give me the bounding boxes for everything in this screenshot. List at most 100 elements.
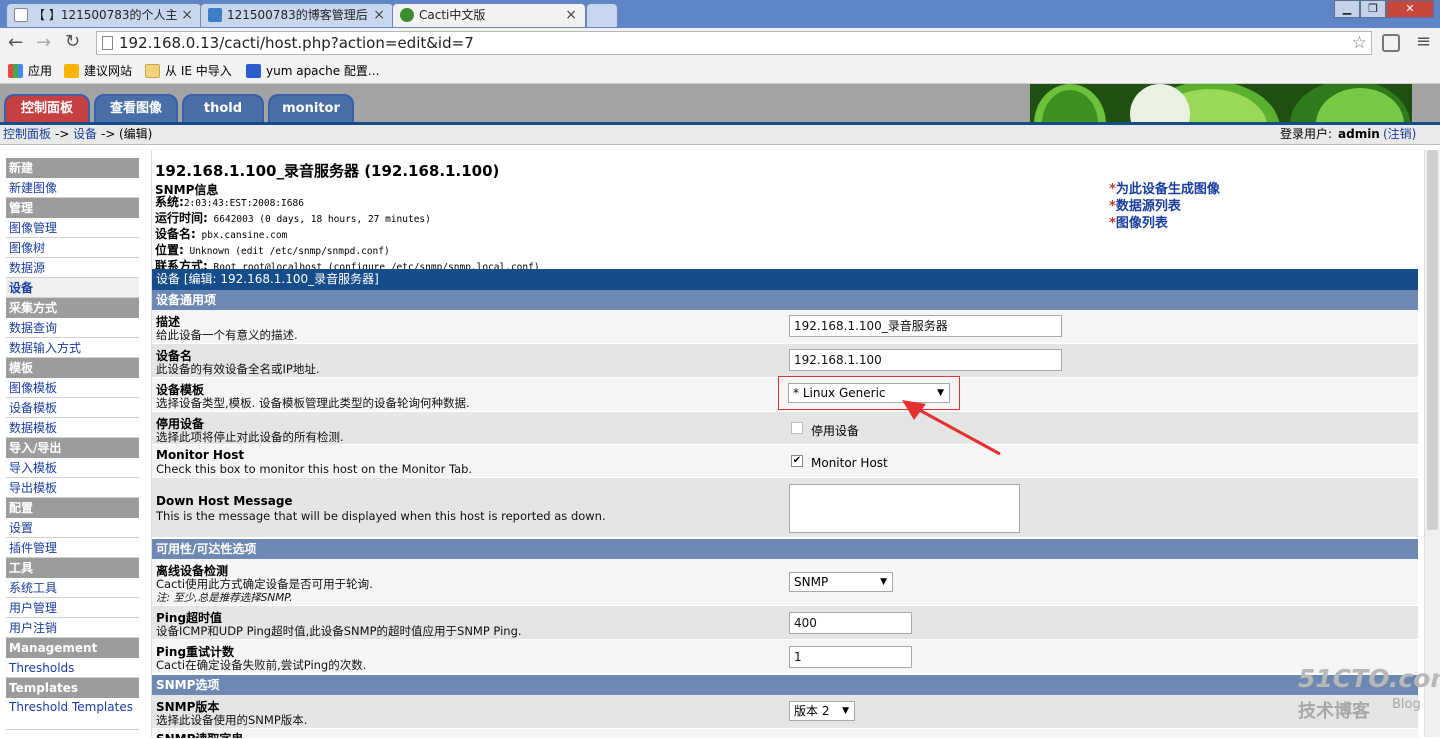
- form-row-snmp-version: SNMP版本 选择此设备使用的SNMP版本. 版本 2 ▼: [152, 695, 1418, 729]
- form-row-monitor: Monitor Host Check this box to monitor t…: [152, 445, 1418, 478]
- disable-host-checkbox[interactable]: [791, 422, 803, 434]
- console-menu: 新建 新建图像 管理 图像管理 图像树 数据源 设备 采集方式 数据查询 数据输入方式 模板 图像模板…: [6, 158, 139, 730]
- page-favicon-icon: [14, 8, 28, 22]
- checkbox-label: Monitor Host: [811, 456, 888, 470]
- menu-section-header: 新建: [6, 158, 139, 178]
- watermark-sub: 技术博客: [1298, 701, 1370, 722]
- field-description: 选择此设备使用的SNMP版本.: [156, 713, 308, 727]
- browser-tab-active[interactable]: Cacti中文版 ×: [392, 3, 586, 27]
- menu-section-header: 配置: [6, 498, 139, 518]
- page-scrollbar[interactable]: [1424, 150, 1440, 737]
- form-header: 设备 [编辑: 192.168.1.100_录音服务器]: [152, 269, 1418, 290]
- bookmark-label: 建议网站: [84, 64, 133, 78]
- tab-graphs[interactable]: 查看图像: [94, 94, 178, 122]
- window-close-button[interactable]: ✕: [1386, 0, 1434, 18]
- graph-list-link[interactable]: 图像列表: [1116, 216, 1168, 231]
- browser-tab[interactable]: 【 】121500783的个人主 ×: [6, 3, 202, 27]
- bookmark-apps[interactable]: 应用: [8, 63, 52, 79]
- menu-item[interactable]: 图像模板: [6, 378, 139, 398]
- tab-monitor[interactable]: monitor: [268, 94, 354, 122]
- cacti-logo: [1030, 84, 1412, 122]
- field-description: 选择设备类型,模板. 设备模板管理此类型的设备轮询何种数据.: [156, 396, 470, 410]
- data-source-list-link[interactable]: 数据源列表: [1116, 199, 1181, 214]
- form-row-description: 描述 给此设备一个有意义的描述. 192.168.1.100_录音服务器: [152, 310, 1418, 344]
- close-icon[interactable]: ×: [373, 4, 385, 26]
- snmp-info-block: 系统:2:03:43:EST:2008:I686 运行时间: 6642003 (…: [155, 195, 540, 275]
- menu-item[interactable]: 导入模板: [6, 458, 139, 478]
- address-bar[interactable]: 192.168.0.13/cacti/host.php?action=edit&…: [96, 31, 1372, 55]
- extension-icon[interactable]: [1382, 34, 1400, 52]
- monitor-host-checkbox[interactable]: ✔: [791, 455, 803, 467]
- snmp-field-label: 设备名:: [155, 227, 196, 241]
- section-general: 设备通用项: [152, 290, 1418, 310]
- scrollbar-thumb[interactable]: [1427, 150, 1438, 530]
- form-row-disable: 停用设备 选择此项将停止对此设备的所有检测. 停用设备: [152, 412, 1418, 445]
- section-availability: 可用性/可达性选项: [152, 539, 1418, 559]
- ping-retry-input[interactable]: 1: [789, 646, 912, 668]
- minimize-button[interactable]: ▁: [1334, 0, 1360, 18]
- menu-item[interactable]: 设置: [6, 518, 139, 538]
- bookmark-yum[interactable]: yum apache 配置...: [246, 63, 379, 79]
- menu-item[interactable]: 导出模板: [6, 478, 139, 498]
- menu-item[interactable]: 数据输入方式: [6, 338, 139, 358]
- star-bookmark-icon[interactable]: ☆: [1352, 32, 1367, 54]
- menu-icon[interactable]: ≡: [1416, 31, 1431, 52]
- menu-item[interactable]: Thresholds: [6, 658, 139, 678]
- tab-console[interactable]: 控制面板: [4, 94, 90, 122]
- create-graphs-link[interactable]: 为此设备生成图像: [1116, 182, 1220, 197]
- back-arrow-icon[interactable]: ←: [8, 32, 23, 53]
- page-icon: [102, 36, 113, 50]
- availability-method-select[interactable]: SNMP ▼: [789, 572, 893, 592]
- hostname-input[interactable]: 192.168.1.100: [789, 349, 1062, 371]
- breadcrumb-separator: ->: [101, 127, 116, 141]
- description-input[interactable]: 192.168.1.100_录音服务器: [789, 315, 1062, 337]
- menu-item[interactable]: 数据模板: [6, 418, 139, 438]
- menu-item[interactable]: 用户注销: [6, 618, 139, 638]
- menu-item[interactable]: Threshold Templates: [6, 698, 139, 730]
- tab-thold[interactable]: thold: [182, 94, 264, 122]
- close-icon[interactable]: ×: [181, 4, 193, 26]
- breadcrumb-devices-link[interactable]: 设备: [73, 125, 97, 144]
- browser-tab-title: 121500783的博客管理后: [227, 8, 368, 22]
- menu-item[interactable]: 系统工具: [6, 578, 139, 598]
- select-value: 版本 2: [794, 704, 830, 718]
- baidu-paw-icon: [246, 64, 261, 78]
- field-description: This is the message that will be display…: [156, 509, 606, 523]
- cactus-logo-icon: [1030, 84, 1412, 122]
- reload-icon[interactable]: ↻: [65, 31, 80, 52]
- ping-timeout-input[interactable]: 400: [789, 612, 912, 634]
- bookmark-suggested[interactable]: 建议网站: [64, 63, 132, 79]
- menu-item[interactable]: 设备模板: [6, 398, 139, 418]
- snmp-field-value: pbx.cansine.com: [195, 230, 288, 241]
- logout-link[interactable]: (注销): [1383, 125, 1416, 144]
- bookmark-ie-import[interactable]: 从 IE 中导入: [145, 63, 232, 79]
- browser-tab-title: 【 】121500783的个人主: [33, 8, 178, 22]
- forward-arrow-icon[interactable]: →: [36, 32, 51, 53]
- menu-item[interactable]: 图像管理: [6, 218, 139, 238]
- menu-section-header: 工具: [6, 558, 139, 578]
- breadcrumb-console-link[interactable]: 控制面板: [3, 125, 51, 144]
- menu-item[interactable]: 图像树: [6, 238, 139, 258]
- main-content: 192.168.1.100_录音服务器 (192.168.1.100) SNMP…: [151, 150, 1419, 739]
- snmp-field-label: 系统:: [155, 195, 184, 209]
- menu-section-header: 采集方式: [6, 298, 139, 318]
- menu-item[interactable]: 用户管理: [6, 598, 139, 618]
- snmp-version-select[interactable]: 版本 2 ▼: [789, 701, 855, 721]
- close-icon[interactable]: ×: [565, 4, 577, 26]
- page-title: 192.168.1.100_录音服务器 (192.168.1.100): [155, 162, 500, 180]
- down-message-textarea[interactable]: [789, 484, 1020, 533]
- browser-tab[interactable]: 121500783的博客管理后 ×: [200, 3, 394, 27]
- field-description: Check this box to monitor this host on t…: [156, 462, 473, 476]
- menu-item[interactable]: 新建图像: [6, 178, 139, 198]
- menu-section-header: 模板: [6, 358, 139, 378]
- star-marker: *: [1109, 199, 1116, 214]
- maximize-button[interactable]: ❐: [1360, 0, 1386, 18]
- menu-item[interactable]: 数据查询: [6, 318, 139, 338]
- menu-item[interactable]: 插件管理: [6, 538, 139, 558]
- new-tab-button[interactable]: [586, 3, 618, 27]
- menu-item[interactable]: 数据源: [6, 258, 139, 278]
- checkbox-label: 停用设备: [811, 424, 860, 438]
- menu-item[interactable]: 设备: [6, 278, 139, 298]
- bookmark-label: 从 IE 中导入: [165, 64, 232, 78]
- breadcrumb-current: (编辑): [119, 127, 153, 141]
